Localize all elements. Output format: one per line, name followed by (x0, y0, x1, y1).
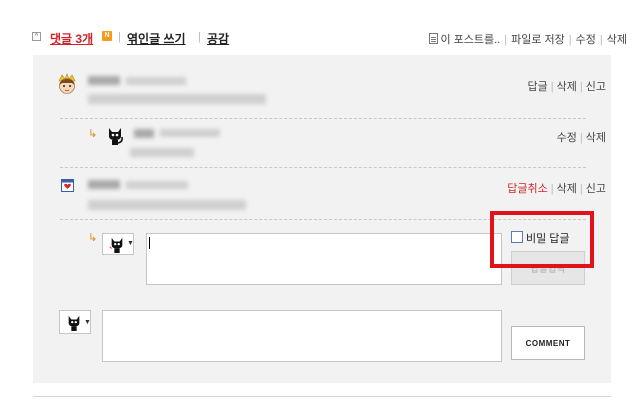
separator: | (118, 31, 121, 43)
chevron-down-icon: ▼ (127, 240, 134, 247)
highlight-box (490, 211, 594, 268)
avatar (60, 177, 76, 193)
comment-actions: 수정 | 삭제 (556, 132, 606, 144)
comment-actions: 답글 | 삭제 | 신고 (527, 81, 606, 93)
sympathy-link[interactable]: 공감 (207, 30, 229, 47)
avatar (56, 72, 78, 96)
comment-textarea[interactable] (102, 310, 502, 362)
collapse-icon[interactable]: ^ (32, 32, 41, 41)
report-link[interactable]: 신고 (586, 81, 606, 93)
comment-text (88, 200, 246, 210)
separator: | (198, 31, 201, 43)
comments-toolbar: ^ 댓글 3개 N | 엮인글 쓰기 | 공감 이 포스트를.. | 파일로 저장 |… (0, 0, 633, 56)
divider (60, 167, 586, 168)
girl-avatar-icon (58, 73, 76, 94)
reply-textarea[interactable] (146, 233, 502, 285)
delete-post-link[interactable]: 삭제 (607, 34, 627, 46)
divider (33, 396, 611, 397)
black-cat-icon (109, 237, 123, 253)
submit-comment-button[interactable]: COMMENT (511, 326, 585, 360)
document-icon (429, 33, 439, 44)
comment-text (88, 94, 266, 104)
comment-text (130, 148, 194, 157)
delete-link[interactable]: 삭제 (557, 183, 577, 195)
author-name (88, 76, 120, 85)
comment-date (126, 181, 188, 189)
comment-actions: 답글취소 | 삭제 | 신고 (507, 183, 606, 195)
post-menu-link[interactable]: 이 포스트를.. (440, 34, 500, 46)
heart-calendar-icon (61, 179, 74, 192)
reply-arrow-icon: ↳ (88, 232, 98, 244)
divider (60, 118, 586, 119)
reply-arrow-icon: ↳ (88, 128, 98, 140)
text-cursor (149, 237, 150, 249)
comment-date (160, 129, 220, 137)
avatar-selector[interactable]: ▼ (102, 233, 134, 255)
edit-link[interactable]: 수정 (557, 132, 577, 144)
avatar-selector[interactable]: ▼ (59, 310, 91, 334)
delete-link[interactable]: 삭제 (557, 81, 577, 93)
author-name (88, 180, 120, 189)
chevron-down-icon: ▼ (84, 319, 91, 326)
avatar (106, 126, 124, 146)
reply-link[interactable]: 답글 (528, 81, 548, 93)
edit-post-link[interactable]: 수정 (576, 34, 596, 46)
new-badge-icon: N (102, 31, 112, 41)
black-cat-icon (68, 315, 80, 331)
delete-link[interactable]: 삭제 (586, 132, 606, 144)
author-name (134, 129, 154, 138)
black-cat-icon (109, 128, 123, 145)
reply-count-link[interactable]: 댓글 3개 (50, 30, 93, 47)
report-link[interactable]: 신고 (586, 183, 606, 195)
cancel-reply-link[interactable]: 답글취소 (507, 183, 547, 195)
trackback-link[interactable]: 엮인글 쓰기 (127, 30, 186, 47)
comment-date (126, 77, 186, 85)
save-as-file-link[interactable]: 파일로 저장 (511, 34, 565, 46)
post-actions: 이 포스트를.. | 파일로 저장 | 수정 | 삭제 (429, 31, 627, 47)
